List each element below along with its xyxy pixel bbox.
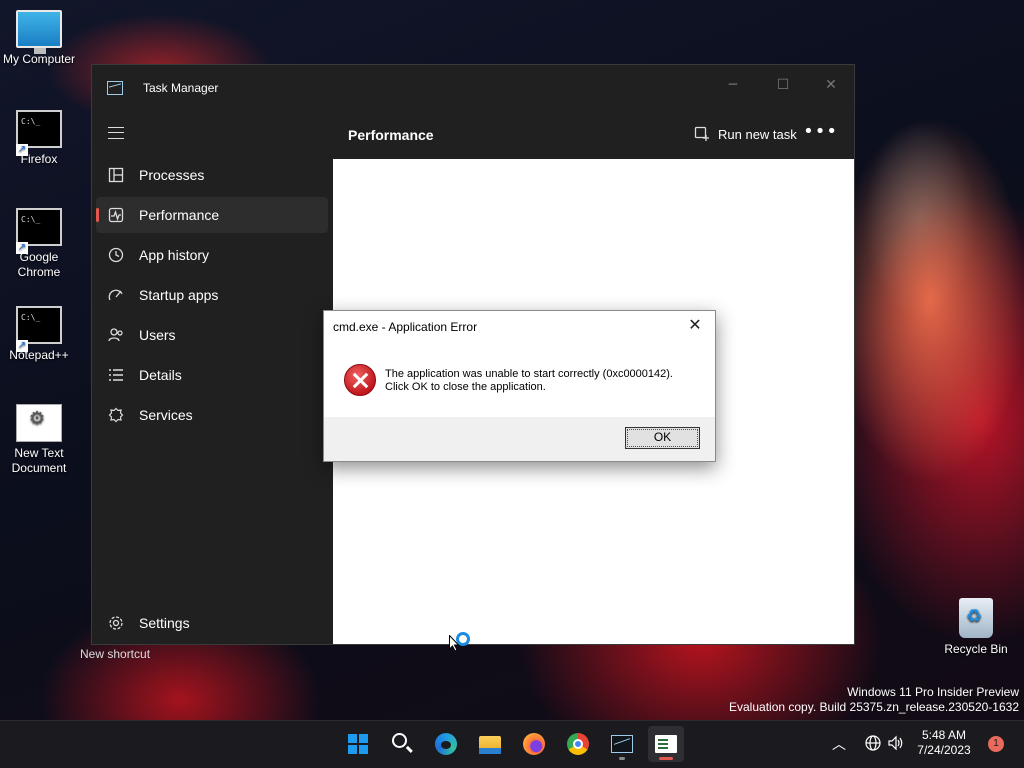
taskbar-firefox-button[interactable] xyxy=(516,726,552,762)
hamburger-menu-icon[interactable] xyxy=(108,127,124,139)
dialog-body: The application was unable to start corr… xyxy=(324,341,715,419)
sidebar-item-details[interactable]: Details xyxy=(96,357,328,393)
history-icon xyxy=(108,247,124,263)
desktop-icon-label: Firefox xyxy=(20,152,58,166)
minimize-button[interactable]: ─ xyxy=(710,71,756,99)
edge-icon xyxy=(435,733,457,755)
evaluation-watermark: Windows 11 Pro Insider Preview Evaluatio… xyxy=(729,685,1019,715)
volume-icon[interactable] xyxy=(887,734,905,752)
recycle-bin-icon: ♻ xyxy=(959,598,993,638)
network-globe-icon[interactable] xyxy=(864,734,882,752)
taskbar-task-manager-button[interactable] xyxy=(604,726,640,762)
cmd-shortcut-icon: ↗ xyxy=(16,306,62,352)
details-icon xyxy=(109,369,123,381)
sidebar-item-label: Performance xyxy=(139,207,220,223)
sidebar-item-label: App history xyxy=(139,247,210,263)
taskbar-notepad-button[interactable] xyxy=(648,726,684,762)
performance-icon xyxy=(108,207,124,223)
dialog-message-line1: The application was unable to start corr… xyxy=(385,368,673,380)
running-indicator xyxy=(619,757,625,760)
desktop-icon-new-text-document[interactable]: ⚙ New Text Document xyxy=(0,404,78,476)
gear-icon xyxy=(109,616,123,630)
dialog-message-line2: Click OK to close the application. xyxy=(385,381,546,393)
run-task-icon xyxy=(694,126,709,141)
search-icon xyxy=(392,733,407,748)
desktop-icon-notepad-plus-plus[interactable]: ↗ Notepad++ xyxy=(0,306,78,363)
firefox-icon xyxy=(523,733,545,755)
monitor-icon xyxy=(16,10,62,54)
application-error-dialog: cmd.exe - Application Error ✕ The applic… xyxy=(323,310,716,462)
desktop-icon-label: Google Chrome xyxy=(17,250,61,279)
desktop-icon-label: Notepad++ xyxy=(9,348,69,362)
sidebar-item-startup-apps[interactable]: Startup apps xyxy=(96,277,328,313)
active-indicator xyxy=(659,757,673,760)
sidebar-item-services[interactable]: Services xyxy=(96,397,328,433)
error-icon xyxy=(344,364,376,396)
maximize-button[interactable]: ☐ xyxy=(760,71,806,99)
task-manager-app-icon xyxy=(107,81,123,95)
sidebar-item-label: Details xyxy=(139,367,182,383)
services-icon xyxy=(108,407,124,423)
page-header: Performance Run new task ••• xyxy=(333,109,854,159)
startup-icon xyxy=(108,289,123,301)
ok-button[interactable]: OK xyxy=(625,427,700,449)
desktop-icon-google-chrome[interactable]: ↗ Google Chrome xyxy=(0,208,78,280)
users-icon xyxy=(108,328,123,342)
notepad-icon xyxy=(655,735,677,753)
busy-spinner-icon xyxy=(456,632,470,646)
folder-icon xyxy=(479,736,501,754)
system-clock[interactable]: 5:48 AM 7/24/2023 xyxy=(912,728,976,758)
sidebar: Processes Performance App history Startu… xyxy=(92,109,333,644)
sidebar-item-settings[interactable]: Settings xyxy=(96,605,328,641)
sidebar-item-label: Settings xyxy=(139,615,190,631)
show-hidden-icons-chevron-icon[interactable]: ︿ xyxy=(832,734,846,754)
dialog-title: cmd.exe - Application Error xyxy=(333,320,478,334)
close-button[interactable]: ✕ xyxy=(808,71,854,99)
desktop-icon-new-shortcut-label[interactable]: New shortcut xyxy=(80,647,150,661)
desktop-icon-recycle-bin[interactable]: ♻ Recycle Bin xyxy=(940,598,1012,656)
taskbar-chrome-button[interactable] xyxy=(560,726,596,762)
clock-date: 7/24/2023 xyxy=(917,743,971,757)
watermark-line2: Evaluation copy. Build 25375.zn_release.… xyxy=(729,700,1019,714)
dialog-message: The application was unable to start corr… xyxy=(385,368,673,394)
desktop-icon-label: My Computer xyxy=(2,52,76,66)
desktop-icon-my-computer[interactable]: My Computer xyxy=(0,10,78,67)
taskbar-search-button[interactable] xyxy=(384,726,420,762)
clock-time: 5:48 AM xyxy=(921,728,967,742)
notification-badge[interactable]: 1 xyxy=(988,736,1004,752)
run-new-task-button[interactable]: Run new task xyxy=(694,126,797,144)
sidebar-item-app-history[interactable]: App history xyxy=(96,237,328,273)
task-manager-icon xyxy=(611,735,633,753)
sidebar-item-label: Processes xyxy=(139,167,205,183)
dialog-footer: OK xyxy=(324,417,715,461)
taskbar-file-explorer-button[interactable] xyxy=(472,726,508,762)
title-bar[interactable]: Task Manager ─ ☐ ✕ xyxy=(92,65,854,109)
processes-icon xyxy=(108,167,124,183)
sidebar-item-label: Users xyxy=(139,327,176,343)
sidebar-item-performance[interactable]: Performance xyxy=(96,197,328,233)
dialog-close-button[interactable]: ✕ xyxy=(683,315,707,337)
cmd-shortcut-icon: ↗ xyxy=(16,110,62,156)
desktop-icon-firefox[interactable]: ↗ Firefox xyxy=(0,110,78,167)
page-title: Performance xyxy=(348,127,434,143)
chrome-icon xyxy=(567,733,589,755)
desktop-icon-label: New Text Document xyxy=(11,446,67,475)
sidebar-item-users[interactable]: Users xyxy=(96,317,328,353)
run-new-task-label: Run new task xyxy=(718,127,797,142)
more-options-button[interactable]: ••• xyxy=(803,123,838,141)
sidebar-item-label: Services xyxy=(139,407,193,423)
desktop-icon-label: Recycle Bin xyxy=(944,642,1008,656)
taskbar-edge-button[interactable] xyxy=(428,726,464,762)
start-button[interactable] xyxy=(340,726,376,762)
sidebar-item-label: Startup apps xyxy=(139,287,219,303)
sidebar-item-processes[interactable]: Processes xyxy=(96,157,328,193)
settings-document-icon: ⚙ xyxy=(16,404,62,442)
watermark-line1: Windows 11 Pro Insider Preview xyxy=(847,685,1019,699)
window-title: Task Manager xyxy=(143,81,219,95)
cmd-shortcut-icon: ↗ xyxy=(16,208,62,254)
windows-logo-icon xyxy=(348,734,368,754)
